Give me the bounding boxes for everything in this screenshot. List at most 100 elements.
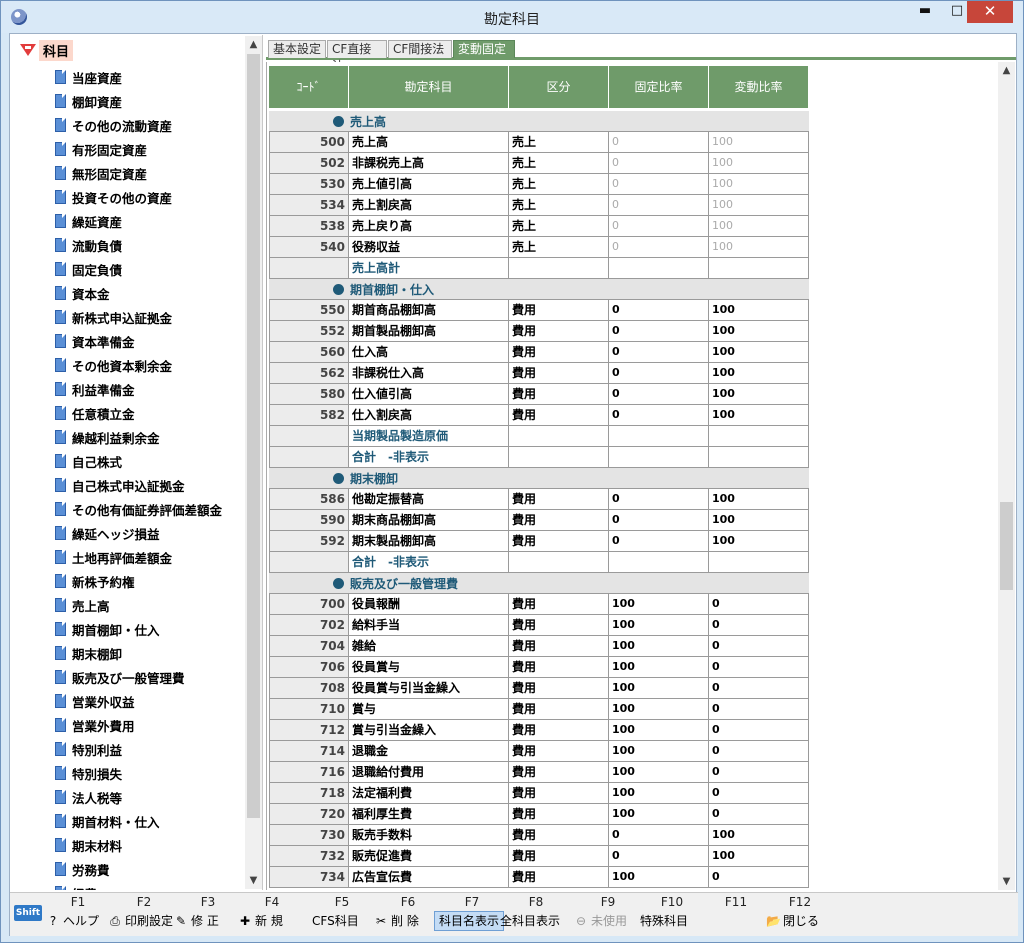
cell-variable-ratio[interactable]: 0 <box>709 678 809 699</box>
header-account[interactable]: 勘定科目 <box>349 66 509 108</box>
cell-variable-ratio[interactable] <box>709 552 809 573</box>
header-category[interactable]: 区分 <box>509 66 609 108</box>
cell-variable-ratio[interactable]: 100 <box>709 174 809 195</box>
cell-fixed-ratio[interactable]: 100 <box>609 741 709 762</box>
tree-item[interactable]: 法人税等 <box>55 785 222 809</box>
cell-fixed-ratio[interactable]: 0 <box>609 321 709 342</box>
tree-item[interactable]: その他の流動資産 <box>55 113 222 137</box>
tree-item[interactable]: その他資本剰余金 <box>55 353 222 377</box>
scroll-up-icon[interactable]: ▲ <box>245 36 262 53</box>
tab-variable-fixed[interactable]: 変動固定 <box>453 40 515 58</box>
subtotal-row[interactable]: 当期製品製造原価 <box>269 426 998 447</box>
cell-fixed-ratio[interactable]: 100 <box>609 804 709 825</box>
tree-item[interactable]: 当座資産 <box>55 65 222 89</box>
cell-variable-ratio[interactable]: 0 <box>709 783 809 804</box>
cell-fixed-ratio[interactable]: 0 <box>609 825 709 846</box>
tab-basic-settings[interactable]: 基本設定 <box>268 40 326 58</box>
table-row[interactable]: 582 仕入割戻高 費用 0 100 <box>269 405 998 426</box>
tree-item[interactable]: 期末材料 <box>55 833 222 857</box>
table-row[interactable]: 720 福利厚生費 費用 100 0 <box>269 804 998 825</box>
cell-variable-ratio[interactable]: 0 <box>709 636 809 657</box>
cell-fixed-ratio[interactable]: 0 <box>609 363 709 384</box>
cell-variable-ratio[interactable]: 100 <box>709 846 809 867</box>
cell-fixed-ratio[interactable]: 0 <box>609 846 709 867</box>
tree-item[interactable]: 繰延ヘッジ損益 <box>55 521 222 545</box>
cell-variable-ratio[interactable]: 100 <box>709 405 809 426</box>
fkey-button-f6[interactable]: ✂ 削 除 <box>374 911 419 931</box>
table-row[interactable]: 700 役員報酬 費用 100 0 <box>269 594 998 615</box>
tree-item[interactable]: 営業外収益 <box>55 689 222 713</box>
cell-fixed-ratio[interactable]: 0 <box>609 237 709 258</box>
table-row[interactable]: 714 退職金 費用 100 0 <box>269 741 998 762</box>
cell-fixed-ratio[interactable]: 100 <box>609 615 709 636</box>
tree-item[interactable]: 特別損失 <box>55 761 222 785</box>
cell-fixed-ratio[interactable]: 100 <box>609 657 709 678</box>
table-row[interactable]: 560 仕入高 費用 0 100 <box>269 342 998 363</box>
tree-scroll-thumb[interactable] <box>247 54 260 818</box>
table-row[interactable]: 580 仕入値引高 費用 0 100 <box>269 384 998 405</box>
cell-variable-ratio[interactable] <box>709 258 809 279</box>
cell-variable-ratio[interactable]: 100 <box>709 195 809 216</box>
table-row[interactable]: 718 法定福利費 費用 100 0 <box>269 783 998 804</box>
tree-item[interactable]: 期首材料・仕入 <box>55 809 222 833</box>
tree-item[interactable]: 棚卸資産 <box>55 89 222 113</box>
table-row[interactable]: 534 売上割戻高 売上 0 100 <box>269 195 998 216</box>
table-row[interactable]: 500 売上高 売上 0 100 <box>269 132 998 153</box>
section-header[interactable]: 売上高 <box>269 111 809 132</box>
header-code[interactable]: ｺｰﾄﾞ <box>269 66 349 108</box>
cell-variable-ratio[interactable] <box>709 447 809 468</box>
cell-variable-ratio[interactable]: 100 <box>709 342 809 363</box>
cell-fixed-ratio[interactable]: 0 <box>609 489 709 510</box>
fkey-button-f10[interactable]: 特殊科目 <box>640 911 688 931</box>
table-row[interactable]: 732 販売促進費 費用 0 100 <box>269 846 998 867</box>
close-button[interactable]: ✕ <box>967 1 1013 23</box>
cell-fixed-ratio[interactable]: 0 <box>609 153 709 174</box>
fkey-button-f7[interactable]: 科目名表示 <box>434 911 505 931</box>
tree-item[interactable]: 繰越利益剰余金 <box>55 425 222 449</box>
tab-cf-indirect[interactable]: CF間接法 <box>388 40 452 58</box>
tree-item[interactable]: 流動負債 <box>55 233 222 257</box>
cell-variable-ratio[interactable]: 0 <box>709 867 809 888</box>
tree-item[interactable]: 投資その他の資産 <box>55 185 222 209</box>
cell-variable-ratio[interactable]: 0 <box>709 594 809 615</box>
section-header[interactable]: 販売及び一般管理費 <box>269 573 809 594</box>
cell-variable-ratio[interactable]: 100 <box>709 153 809 174</box>
cell-variable-ratio[interactable]: 100 <box>709 237 809 258</box>
tree-scrollbar[interactable]: ▲ ▼ <box>245 36 262 889</box>
cell-variable-ratio[interactable]: 0 <box>709 657 809 678</box>
tree-item[interactable]: 期末棚卸 <box>55 641 222 665</box>
tree-item[interactable]: 土地再評価差額金 <box>55 545 222 569</box>
cell-variable-ratio[interactable]: 100 <box>709 510 809 531</box>
cell-fixed-ratio[interactable]: 100 <box>609 699 709 720</box>
grid-scroll-thumb[interactable] <box>1000 502 1013 590</box>
cell-fixed-ratio[interactable]: 100 <box>609 636 709 657</box>
cell-variable-ratio[interactable]: 0 <box>709 804 809 825</box>
cell-fixed-ratio[interactable]: 0 <box>609 384 709 405</box>
subtotal-row[interactable]: 売上高計 <box>269 258 998 279</box>
tree-item[interactable]: 利益準備金 <box>55 377 222 401</box>
fkey-button-f8[interactable]: 全科目表示 <box>500 911 560 931</box>
cell-variable-ratio[interactable]: 100 <box>709 321 809 342</box>
table-row[interactable]: 530 売上値引高 売上 0 100 <box>269 174 998 195</box>
header-variable-ratio[interactable]: 変動比率 <box>709 66 809 108</box>
fkey-button-f4[interactable]: ✚ 新 規 <box>238 911 283 931</box>
table-row[interactable]: 706 役員賞与 費用 100 0 <box>269 657 998 678</box>
table-row[interactable]: 550 期首商品棚卸高 費用 0 100 <box>269 300 998 321</box>
tree-item[interactable]: 労務費 <box>55 857 222 881</box>
cell-variable-ratio[interactable]: 0 <box>709 741 809 762</box>
cell-variable-ratio[interactable]: 0 <box>709 615 809 636</box>
tree-item[interactable]: 営業外費用 <box>55 713 222 737</box>
cell-variable-ratio[interactable]: 100 <box>709 363 809 384</box>
scroll-up-icon[interactable]: ▲ <box>998 62 1015 79</box>
tree-item[interactable]: 無形固定資産 <box>55 161 222 185</box>
cell-fixed-ratio[interactable] <box>609 552 709 573</box>
table-row[interactable]: 552 期首製品棚卸高 費用 0 100 <box>269 321 998 342</box>
tree-item[interactable]: 自己株式 <box>55 449 222 473</box>
tab-cf-direct[interactable]: CF直接法 <box>327 40 387 73</box>
tree-item[interactable]: 特別利益 <box>55 737 222 761</box>
shift-key-badge[interactable]: Shift <box>14 905 42 921</box>
fkey-button-f5[interactable]: CFS科目 <box>312 911 359 931</box>
cell-fixed-ratio[interactable]: 0 <box>609 342 709 363</box>
tree-item[interactable]: 固定負債 <box>55 257 222 281</box>
fkey-button-f12[interactable]: 📂 閉じる <box>766 911 819 931</box>
